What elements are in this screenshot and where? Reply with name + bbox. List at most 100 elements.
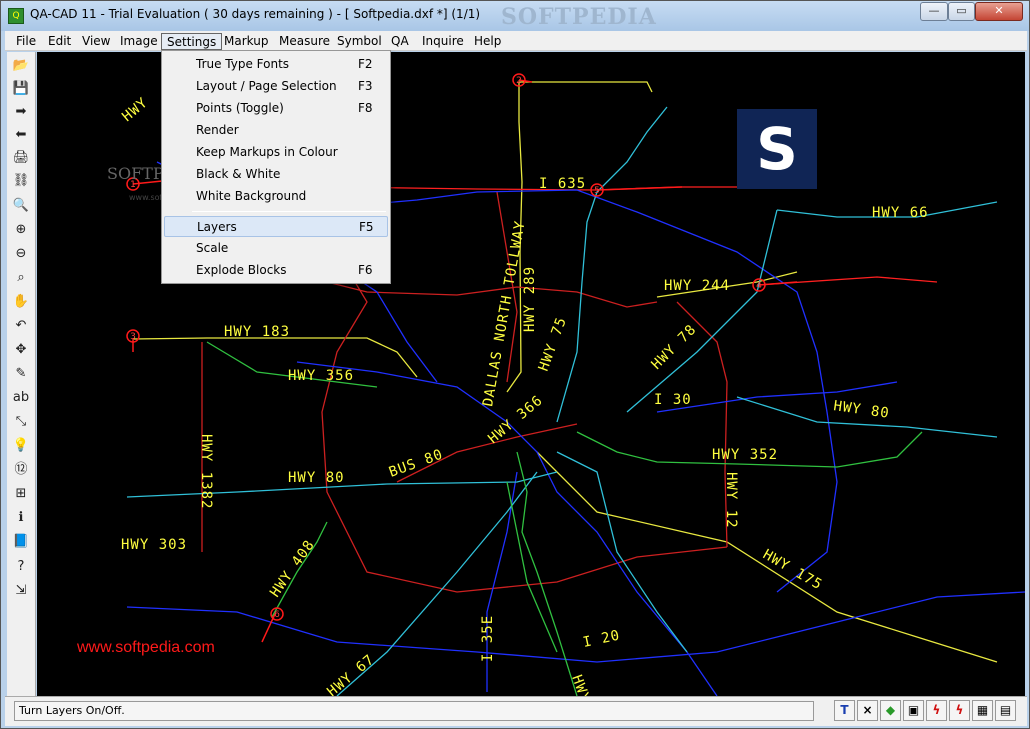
menu-item-keep-markups-in-colour[interactable]: Keep Markups in Colour — [164, 142, 388, 163]
menu-qa[interactable]: QA — [386, 33, 414, 50]
label-hwy12: HWY 12 — [723, 472, 739, 529]
print-icon[interactable]: 🖨 — [10, 147, 32, 169]
menu-item-render[interactable]: Render — [164, 120, 388, 141]
status-bar: Turn Layers On/Off. T × ◆ ▣ ϟ ϟ ▦ ▤ — [5, 696, 1027, 726]
label-hwy408: HWY 408 — [267, 537, 318, 600]
menu-item-label: Points (Toggle) — [196, 101, 284, 115]
maximize-button[interactable]: ▭ — [948, 2, 975, 21]
zoom-icon[interactable]: 🔍 — [10, 195, 32, 217]
menu-item-layers[interactable]: Layers F5 — [164, 216, 388, 237]
menu-item-points-toggle[interactable]: Points (Toggle) F8 — [164, 98, 388, 119]
numbered-tag-icon[interactable]: ⑫ — [10, 459, 32, 481]
menu-symbol[interactable]: Symbol — [332, 33, 387, 50]
menu-item-shortcut: F8 — [358, 101, 373, 115]
light-bulb-icon[interactable]: 💡 — [10, 435, 32, 457]
close-x-icon[interactable]: × — [857, 700, 878, 721]
status-text: Turn Layers On/Off. — [14, 701, 814, 721]
label-hwy78: HWY 78 — [649, 322, 700, 373]
layer-color-icon[interactable]: ◆ — [880, 700, 901, 721]
label-i35e: I 35E — [480, 615, 496, 662]
settings-dropdown-menu: True Type Fonts F2 Layout / Page Selectio… — [161, 50, 391, 284]
marker-label-2: 2 — [516, 76, 522, 86]
menu-item-explode-blocks[interactable]: Explode Blocks F6 — [164, 260, 388, 281]
forward-arrow-icon[interactable]: ➡ — [10, 101, 32, 123]
label-hwy-south: HWY — [568, 673, 593, 696]
menu-item-black-white[interactable]: Black & White — [164, 164, 388, 185]
menu-item-label: Black & White — [196, 167, 281, 181]
save-icon[interactable]: 💾 — [10, 78, 32, 100]
menu-view[interactable]: View — [77, 33, 115, 50]
move-icon[interactable]: ✥ — [10, 339, 32, 361]
title-bar: Q QA-CAD 11 - Trial Evaluation ( 30 days… — [1, 1, 1029, 31]
menu-image[interactable]: Image — [115, 33, 163, 50]
measure-icon[interactable]: ⊞ — [10, 483, 32, 505]
label-hwy-northwest: HWY — [119, 95, 151, 125]
zoom-in-icon[interactable]: ⊕ — [10, 219, 32, 241]
road-cyan-hwy75 — [556, 106, 668, 423]
softpedia-logo: S — [737, 109, 817, 189]
application-window: Q QA-CAD 11 - Trial Evaluation ( 30 days… — [0, 0, 1030, 729]
label-hwy356: HWY 356 — [288, 368, 354, 384]
menu-bar: File Edit View Image Settings Markup Mea… — [5, 31, 1027, 51]
menu-file[interactable]: File — [11, 33, 41, 50]
label-hwy67: HWY 67 — [324, 651, 378, 696]
close-button[interactable]: ✕ — [975, 2, 1023, 21]
marker-label-5: 5 — [594, 186, 600, 196]
text-toggle-icon[interactable]: T — [834, 700, 855, 721]
pan-hand-icon[interactable]: ✋ — [10, 291, 32, 313]
label-hwy66: HWY 66 — [872, 205, 929, 221]
open-folder-icon[interactable]: 📂 — [10, 55, 32, 77]
marker-label-4: 4 — [756, 281, 762, 291]
road-yellow-north-2 — [519, 81, 653, 93]
road-blue-i20 — [126, 591, 1025, 663]
text-icon[interactable]: ab — [10, 387, 32, 409]
menu-item-label: Keep Markups in Colour — [196, 145, 338, 159]
label-hwy175: HWY 175 — [760, 547, 825, 594]
dimension-icon[interactable]: ⤡ — [10, 411, 32, 433]
label-i30: I 30 — [654, 392, 692, 408]
left-toolbar: 📂 💾 ➡ ⬅ 🖨 ⛓ 🔍 ⊕ ⊖ ⌕ ✋ ↶ ✥ ✎ ab ⤡ 💡 ⑫ ⊞ ℹ 📘? ⇲ — [7, 52, 36, 696]
info-icon[interactable]: ℹ — [10, 507, 32, 529]
softpedia-watermark: SOFTPEDIA — [501, 4, 657, 30]
back-arrow-icon[interactable]: ⬅ — [10, 124, 32, 146]
zoom-window-icon[interactable]: ⌕ — [10, 267, 32, 289]
label-hwy1382: HWY 1382 — [198, 434, 214, 509]
menu-item-label: Layout / Page Selection — [196, 79, 337, 93]
label-hwy289: HWY 289 — [522, 266, 538, 332]
menu-inquire[interactable]: Inquire — [417, 33, 469, 50]
menu-item-label: Scale — [196, 241, 229, 255]
window-title: QA-CAD 11 - Trial Evaluation ( 30 days r… — [30, 7, 481, 21]
label-i635: I 635 — [539, 176, 586, 192]
menu-help[interactable]: Help — [469, 33, 506, 50]
window-icon[interactable]: ▤ — [995, 700, 1016, 721]
menu-settings[interactable]: Settings — [161, 33, 223, 50]
menu-item-label: Render — [196, 123, 239, 137]
menu-measure[interactable]: Measure — [274, 33, 335, 50]
label-hwy75: HWY 75 — [536, 315, 570, 374]
menu-item-scale[interactable]: Scale — [164, 238, 388, 259]
menu-item-layout-page-selection[interactable]: Layout / Page Selection F3 — [164, 76, 388, 97]
frame-icon[interactable]: ▣ — [903, 700, 924, 721]
help-icon[interactable]: ? — [10, 556, 32, 578]
menu-item-true-type-fonts[interactable]: True Type Fonts F2 — [164, 54, 388, 75]
qa-cad-app-icon: Q — [8, 8, 24, 24]
menu-item-shortcut: F5 — [359, 220, 374, 234]
exit-icon[interactable]: ⇲ — [10, 580, 32, 602]
undo-icon[interactable]: ↶ — [10, 315, 32, 337]
label-hwy352: HWY 352 — [712, 447, 778, 463]
zoom-out-icon[interactable]: ⊖ — [10, 243, 32, 265]
minimize-button[interactable]: — — [920, 2, 948, 21]
marker-label-3: 3 — [130, 332, 136, 342]
pencil-icon[interactable]: ✎ — [10, 363, 32, 385]
menu-edit[interactable]: Edit — [43, 33, 76, 50]
snap-on-icon[interactable]: ϟ — [949, 700, 970, 721]
binoculars-icon[interactable]: ⛓ — [10, 170, 32, 192]
menu-separator — [192, 211, 386, 212]
menu-item-white-background[interactable]: White Background — [164, 186, 388, 207]
book-icon[interactable]: 📘 — [10, 531, 32, 553]
grid-icon[interactable]: ▦ — [972, 700, 993, 721]
menu-item-label: True Type Fonts — [196, 57, 290, 71]
snap-icon[interactable]: ϟ — [926, 700, 947, 721]
menu-markup[interactable]: Markup — [219, 33, 273, 50]
map-marker-5-pointer — [596, 186, 683, 191]
